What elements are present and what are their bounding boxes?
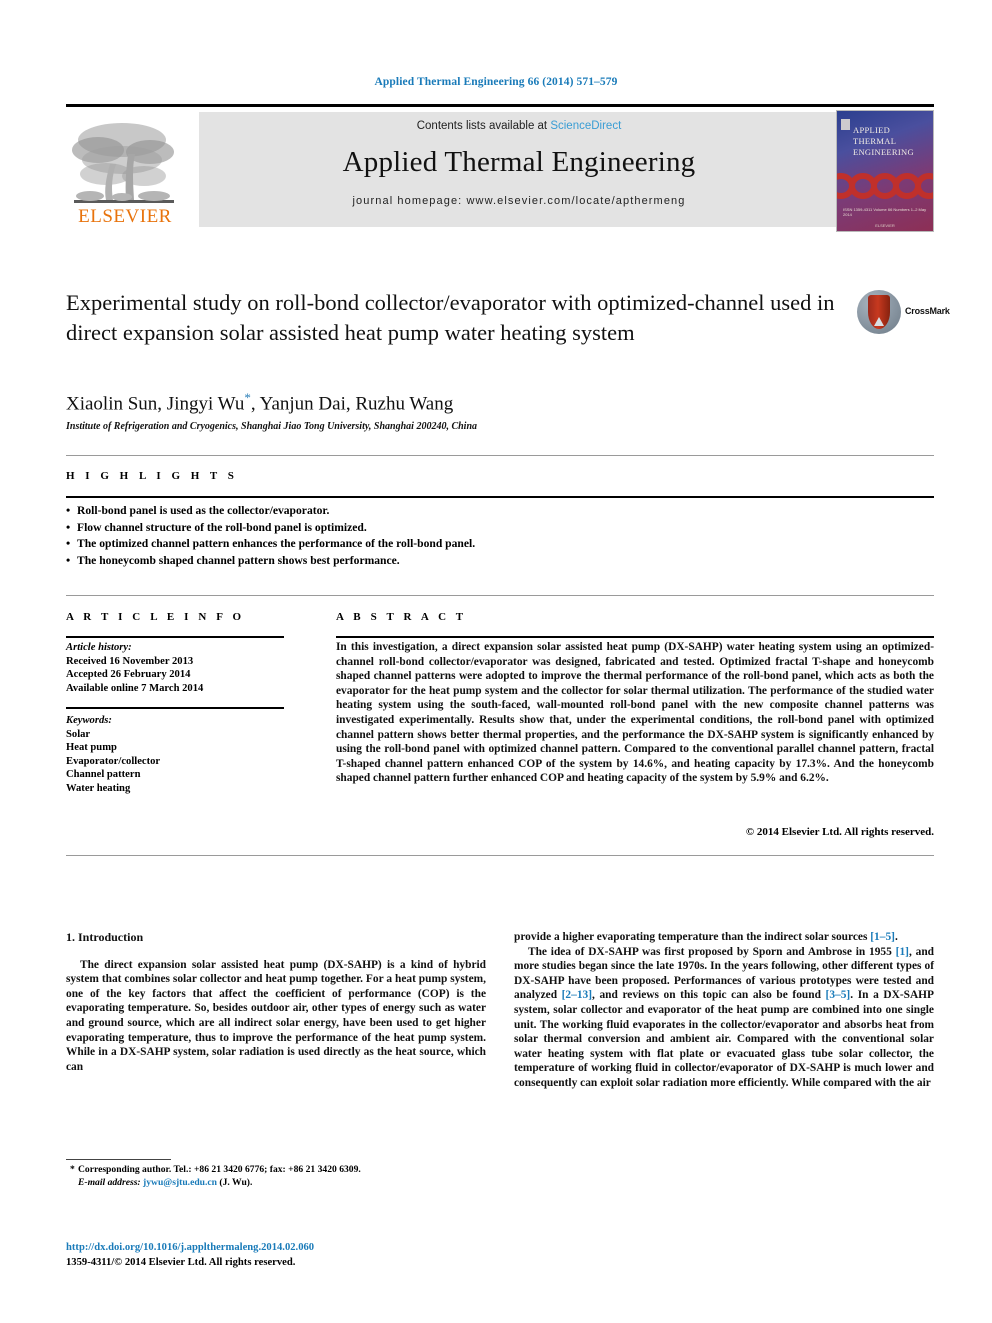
doi-link[interactable]: http://dx.doi.org/10.1016/j.applthermale… [66,1240,496,1255]
author-list: Xiaolin Sun, Jingyi Wu*, Yanjun Dai, Ruz… [66,390,453,415]
list-item: The honeycomb shaped channel pattern sho… [66,552,766,570]
section-heading-introduction: 1. Introduction [66,930,144,944]
cover-ring-graphic [837,173,933,199]
body-column-right: provide a higher evaporating temperature… [514,930,934,1091]
masthead: ELSEVIER Contents lists available at Sci… [66,110,934,232]
masthead-top-rule [66,104,934,107]
keywords-block: Keywords: Solar Heat pump Evaporator/col… [66,714,296,796]
list-item: Evaporator/collector [66,755,161,767]
list-item: The optimized channel pattern enhances t… [66,535,766,553]
issn-copyright-line: 1359-4311/© 2014 Elsevier Ltd. All right… [66,1257,296,1268]
list-item: Roll-bond panel is used as the collector… [66,502,766,520]
abstract-rule [336,636,934,638]
authors-tail: , Yanjun Dai, Ruzhu Wang [250,393,454,415]
history-received: Received 16 November 2013 [66,655,194,667]
info-bottom-rule [66,855,934,856]
article-history: Article history: Received 16 November 20… [66,641,296,695]
masthead-center-band: Contents lists available at ScienceDirec… [199,112,839,227]
paragraph-text: , and reviews on this topic can also be … [592,989,826,1002]
list-item: Solar [66,728,91,740]
crossmark-logo[interactable]: CrossMark [857,290,950,336]
doi-block: http://dx.doi.org/10.1016/j.applthermale… [66,1240,496,1270]
footnote-corresponding-author: * Corresponding author. Tel.: +86 21 342… [66,1163,486,1189]
journal-homepage-link[interactable]: journal homepage: www.elsevier.com/locat… [199,195,839,207]
citation-link[interactable]: [1] [896,946,909,958]
list-item: Channel pattern [66,769,141,781]
article-info-heading: A R T I C L E I N F O [66,611,245,623]
paragraph-text: provide a higher evaporating temperature… [514,931,871,943]
paragraph: The direct expansion solar assisted heat… [66,958,486,1073]
abstract-text: In this investigation, a direct expansio… [336,641,934,785]
highlights-heading: H I G H L I G H T S [66,470,238,482]
authors-main: Xiaolin Sun, Jingyi Wu [66,393,245,415]
abstract-copyright: © 2014 Elsevier Ltd. All rights reserved… [745,826,934,838]
page-title: Experimental study on roll-bond collecto… [66,290,835,345]
crossmark-badge [857,290,901,334]
list-item: Heat pump [66,742,117,754]
contents-prefix: Contents lists available at [416,120,551,132]
keywords-label: Keywords: [66,715,112,726]
elsevier-tree-logo: ELSEVIER [66,112,184,230]
cover-title: APPLIED THERMAL ENGINEERING [853,125,914,157]
info-top-rule [66,595,934,596]
email-link[interactable]: jywu@sjtu.edu.cn [143,1177,217,1188]
running-head: Applied Thermal Engineering 66 (2014) 57… [374,76,618,88]
footnote-text: Corresponding author. Tel.: +86 21 3420 … [78,1164,361,1175]
list-item: Water heating [66,782,131,794]
journal-title: Applied Thermal Engineering [342,146,696,178]
history-available-online: Available online 7 March 2014 [66,682,204,694]
paragraph-text: . [894,931,898,943]
list-item: Flow channel structure of the roll-bond … [66,519,766,537]
email-label: E-mail address: [78,1177,141,1188]
body-column-left: 1. Introduction The direct expansion sol… [66,930,486,1074]
crossmark-label: CrossMark [905,306,950,316]
article-history-label: Article history: [66,642,132,653]
cover-footer-text: ISSN 1359-4311 Volume 66 Numbers 1–2 May… [843,207,927,217]
cover-elsevier-mark [841,119,850,130]
elsevier-wordmark: ELSEVIER [78,206,172,227]
keywords-rule [66,707,284,709]
footnote-rule [66,1159,171,1160]
affiliation: Institute of Refrigeration and Cryogenic… [66,421,478,432]
citation-link[interactable]: [1–5] [870,931,895,943]
highlights-bottom-rule [66,496,934,498]
email-owner: (J. Wu). [219,1177,253,1188]
history-accepted: Accepted 26 February 2014 [66,669,191,681]
abstract-heading: A B S T R A C T [336,611,467,623]
cover-publisher-text: ELSEVIER [875,223,895,228]
journal-article-page: Applied Thermal Engineering 66 (2014) 57… [0,0,992,1323]
paragraph: The idea of DX-SAHP was first proposed b… [514,945,934,1091]
article-info-rule [66,636,284,638]
paragraph-text: The idea of DX-SAHP was first proposed b… [528,945,896,958]
journal-cover-thumbnail[interactable]: APPLIED THERMAL ENGINEERING ISSN 1359-43… [836,110,934,232]
paragraph: provide a higher evaporating temperature… [514,930,934,945]
citation-link[interactable]: [3–5] [826,989,851,1001]
title-block: Experimental study on roll-bond collecto… [66,288,856,348]
contents-available-line: Contents lists available at ScienceDirec… [199,120,839,132]
paragraph-text: . In a DX-SAHP system, solar collector a… [514,989,934,1089]
highlights-top-rule [66,455,934,456]
sciencedirect-link[interactable]: ScienceDirect [550,120,621,132]
citation-link[interactable]: [2–13] [562,989,592,1001]
highlights-list: Roll-bond panel is used as the collector… [66,502,766,570]
footnote-star: * [70,1164,75,1175]
